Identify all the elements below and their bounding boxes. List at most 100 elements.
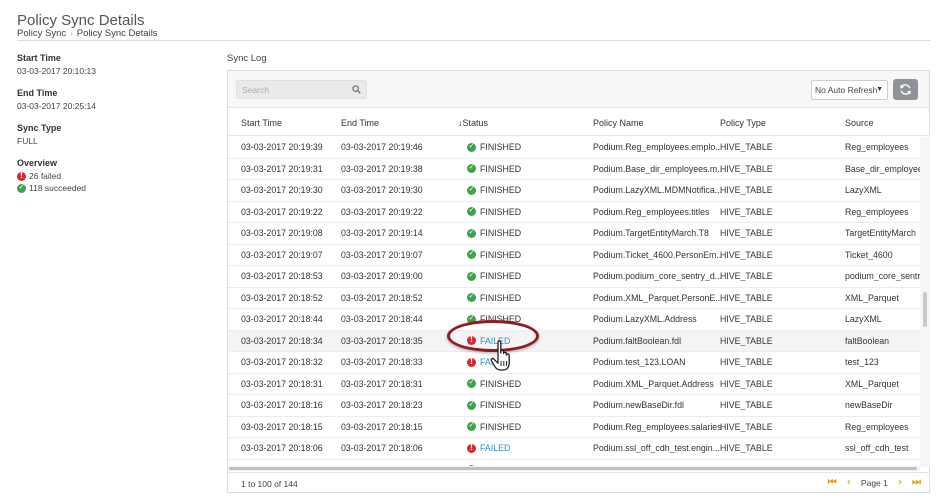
cell-end-time: 03-03-2017 20:18:33 [341, 357, 423, 367]
cell-start-time: 03-03-2017 20:19:07 [241, 249, 323, 260]
cell-start-time: 03-03-2017 20:19:31 [241, 163, 323, 174]
table-row[interactable]: 03-03-2017 20:18:16 03-03-2017 20:18:23 FI… [228, 395, 920, 417]
breadcrumb-policy-sync[interactable]: Policy Sync [17, 28, 66, 39]
column-header-status[interactable]: ↓Status [458, 118, 488, 128]
cell-start-time: 03-03-2017 20:18:31 [241, 378, 323, 389]
cell-policy-name: Podium.XML_Parquet.PersonE... [593, 292, 721, 303]
cell-source: Ticket_4600 [845, 249, 893, 260]
cell-start-time: 03-03-2017 20:18:15 [241, 421, 323, 432]
hand-pointer-cursor-icon [490, 340, 510, 371]
refresh-icon [900, 84, 911, 95]
dropdown-caret-icon: ▼ [876, 86, 883, 93]
cell-policy-type: HIVE_TABLE [720, 228, 773, 238]
pagination: ⏮ ‹ Page 1 › ⏭ [828, 477, 921, 488]
status-text: FINISHED [480, 228, 522, 238]
table-row[interactable]: 03-03-2017 20:18:52 03-03-2017 20:18:52 FI… [228, 288, 920, 309]
search-icon[interactable] [352, 85, 361, 94]
overview-label: Overview [17, 158, 58, 168]
cell-policy-type: HIVE_TABLE [720, 314, 773, 324]
column-header-source[interactable]: Source [845, 118, 874, 128]
cell-end-time: 03-03-2017 20:19:07 [341, 249, 423, 260]
failed-icon [17, 171, 26, 181]
status-text: FINISHED [480, 249, 522, 260]
breadcrumb-separator-icon: › [70, 29, 73, 38]
auto-refresh-value: No Auto Refresh [815, 85, 878, 95]
cell-policy-name: Podium.test_123.LOAN [593, 357, 686, 367]
status-text: FINISHED [480, 271, 522, 281]
table-row[interactable]: 03-03-2017 20:19:39 03-03-2017 20:19:46 FI… [228, 137, 920, 159]
cell-policy-name: Podium.ssl_off_cdh_test.engin... [593, 443, 720, 453]
cell-source: Reg_employees [845, 421, 909, 432]
first-page-icon[interactable]: ⏮ [828, 477, 837, 488]
sync-type-value: FULL [17, 136, 38, 146]
cell-source: test_123 [845, 357, 879, 367]
success-icon [467, 185, 476, 195]
cell-source: newBaseDir [845, 400, 893, 410]
cell-policy-type: HIVE_TABLE [720, 249, 773, 260]
next-page-icon[interactable]: › [898, 477, 902, 488]
cell-status: FINISHED [467, 400, 567, 410]
title-divider [17, 40, 931, 41]
success-icon [17, 183, 26, 193]
search-input[interactable] [237, 81, 347, 98]
last-page-icon[interactable]: ⏭ [912, 477, 921, 488]
table-row[interactable]: 03-03-2017 20:18:4403-03-2017 20:18:44FI… [228, 309, 920, 331]
table-row[interactable]: 03-03-2017 20:19:08 03-03-2017 20:19:14 FI… [228, 223, 920, 245]
horizontal-scrollbar[interactable] [228, 466, 920, 471]
page-label: Page 1 [860, 477, 888, 488]
cell-policy-type: HIVE_TABLE [720, 421, 773, 432]
cell-policy-type: HIVE_TABLE [720, 142, 773, 152]
success-icon [467, 250, 476, 259]
cell-status: FINISHED [467, 207, 567, 217]
vertical-scroll-thumb[interactable] [923, 292, 927, 327]
table-row[interactable]: 03-03-2017 20:19:22 03-03-2017 20:19:22 FI… [228, 202, 920, 223]
cell-policy-name: Podium.newBaseDir.fdl [593, 400, 684, 410]
table-row[interactable]: 03-03-2017 20:19:07 03-03-2017 20:19:07 FI… [228, 245, 920, 266]
sync-summary: Start Time 03-03-2017 20:10:13 End Time … [17, 53, 207, 205]
vertical-scrollbar[interactable] [920, 137, 930, 467]
sync-type-label: Sync Type [17, 123, 62, 133]
cell-start-time: 03-03-2017 20:18:34 [241, 335, 323, 346]
table-row[interactable]: 03-03-2017 20:18:06 03-03-2017 20:18:06 FA… [228, 438, 920, 460]
cell-policy-type: HIVE_TABLE [720, 271, 773, 281]
table-row[interactable]: 03-03-2017 20:18:31 03-03-2017 20:18:31 FI… [228, 374, 920, 395]
cell-status: FINISHED [467, 379, 567, 389]
status-text: FINISHED [480, 163, 522, 174]
table-row[interactable]: 03-03-2017 20:18:32 03-03-2017 20:18:33 FA… [228, 352, 920, 374]
cell-status[interactable]: FAILED [467, 443, 567, 453]
horizontal-scroll-thumb[interactable] [229, 467, 917, 470]
sync-type-group: Sync Type FULL [17, 123, 207, 146]
success-icon [467, 142, 476, 152]
cell-source: XML_Parquet [845, 378, 899, 389]
cell-policy-type: HIVE_TABLE [720, 292, 773, 303]
table-row[interactable]: 03-03-2017 20:19:31 03-03-2017 20:19:38 FI… [228, 159, 920, 180]
column-header-policy-type[interactable]: Policy Type [720, 118, 766, 128]
table-row[interactable]: 03-03-2017 20:18:3403-03-2017 20:18:35FA… [228, 330, 920, 352]
column-header-policy-name[interactable]: Policy Name [593, 118, 644, 128]
table-row[interactable]: 03-03-2017 20:18:15 03-03-2017 20:18:15 FI… [228, 417, 920, 438]
cell-status[interactable]: FAILED [467, 357, 567, 367]
sync-log-toolbar: No Auto Refresh ▼ [228, 71, 929, 108]
cell-source: XML_Parquet [845, 292, 899, 303]
cell-start-time: 03-03-2017 20:18:06 [241, 443, 323, 453]
sync-log-heading: Sync Log [227, 53, 267, 64]
cell-source: LazyXML [845, 185, 882, 195]
refresh-button[interactable] [893, 79, 918, 100]
cell-start-time: 03-03-2017 20:18:16 [241, 400, 323, 410]
cell-policy-name: Podium.Base_dir_employees.m... [593, 163, 721, 174]
cell-start-time: 03-03-2017 20:19:30 [241, 185, 323, 195]
start-time-label: Start Time [17, 53, 61, 63]
failed-icon [467, 443, 476, 453]
column-header-end-time[interactable]: End Time [341, 118, 379, 128]
status-failed-link[interactable]: FAILED [480, 443, 510, 453]
table-row[interactable]: 03-03-2017 20:19:30 03-03-2017 20:19:30 FI… [228, 180, 920, 202]
table-row[interactable]: 03-03-2017 20:18:53 03-03-2017 20:19:00 FI… [228, 266, 920, 288]
column-header-start-time[interactable]: Start Time [241, 118, 282, 128]
cell-status: FINISHED [467, 293, 567, 303]
start-time-group: Start Time 03-03-2017 20:10:13 [17, 53, 207, 76]
auto-refresh-select[interactable]: No Auto Refresh ▼ [811, 80, 888, 100]
cell-start-time: 03-03-2017 20:19:22 [241, 206, 323, 217]
prev-page-icon[interactable]: ‹ [847, 477, 851, 488]
cell-end-time: 03-03-2017 20:18:06 [341, 443, 423, 453]
cell-end-time: 03-03-2017 20:18:52 [341, 292, 423, 303]
